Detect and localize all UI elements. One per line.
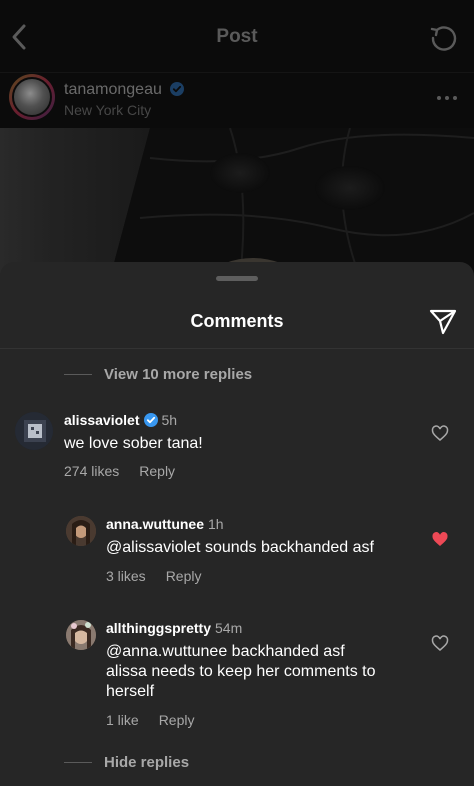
- post-location[interactable]: New York City: [64, 102, 151, 118]
- verified-badge-icon: [170, 82, 185, 101]
- more-options-button[interactable]: [434, 88, 460, 108]
- comment-text-line: herself: [106, 683, 155, 700]
- avatar: [12, 77, 52, 117]
- heart-outline-icon[interactable]: [431, 635, 449, 653]
- page-title: Post: [216, 26, 258, 47]
- refresh-icon: [430, 26, 457, 51]
- hide-replies-label: Hide replies: [104, 753, 190, 771]
- comment-text-line: alissa needs to keep her comments to: [106, 663, 376, 680]
- post-header: tanamongeau New York City: [0, 72, 474, 128]
- comment-likes[interactable]: 3 likes: [106, 568, 146, 584]
- comment-text: @anna.wuttunee backhanded asf alissa nee…: [106, 642, 375, 702]
- verified-badge-icon: [143, 413, 158, 430]
- ellipsis-icon: [437, 96, 457, 100]
- reply-button[interactable]: Reply: [159, 712, 195, 728]
- comment-likes[interactable]: 274 likes: [64, 463, 119, 479]
- divider: [0, 348, 474, 349]
- divider: [64, 373, 92, 375]
- divider: [64, 761, 92, 763]
- post-username[interactable]: tanamongeau: [64, 81, 162, 98]
- comment-text-line: @anna.wuttunee backhanded asf: [106, 643, 345, 660]
- reply-button[interactable]: Reply: [139, 463, 175, 479]
- share-button[interactable]: [428, 306, 458, 336]
- comments-sheet: Comments View 10 more replies alissaviol…: [0, 262, 474, 786]
- post-image[interactable]: [0, 128, 474, 278]
- send-icon: [429, 309, 457, 335]
- comment-username[interactable]: allthinggspretty: [106, 620, 211, 636]
- comment-text: @alissaviolet sounds backhanded asf: [106, 539, 374, 556]
- heart-filled-icon[interactable]: [431, 531, 449, 549]
- reply-button[interactable]: Reply: [166, 568, 202, 584]
- comment-time: 5h: [161, 412, 178, 428]
- refresh-button[interactable]: [428, 22, 458, 52]
- avatar[interactable]: [66, 516, 96, 546]
- view-more-replies-label: View 10 more replies: [104, 365, 253, 383]
- comment-text: we love sober tana!: [64, 435, 203, 452]
- top-bar: Post: [0, 0, 474, 72]
- post-avatar[interactable]: [9, 74, 55, 120]
- comment-time: 1h: [208, 516, 224, 532]
- comment-time: 54m: [215, 620, 243, 636]
- avatar[interactable]: [15, 412, 53, 450]
- view-more-replies-button[interactable]: View 10 more replies: [64, 364, 252, 384]
- drag-handle[interactable]: [216, 276, 258, 281]
- comment-username[interactable]: anna.wuttunee: [106, 516, 204, 532]
- heart-outline-icon[interactable]: [431, 425, 449, 443]
- hide-replies-button[interactable]: Hide replies: [64, 752, 189, 772]
- comment-likes[interactable]: 1 like: [106, 712, 139, 728]
- comment-username[interactable]: alissaviolet: [64, 412, 140, 428]
- comments-title: Comments: [190, 311, 284, 331]
- avatar[interactable]: [66, 620, 96, 650]
